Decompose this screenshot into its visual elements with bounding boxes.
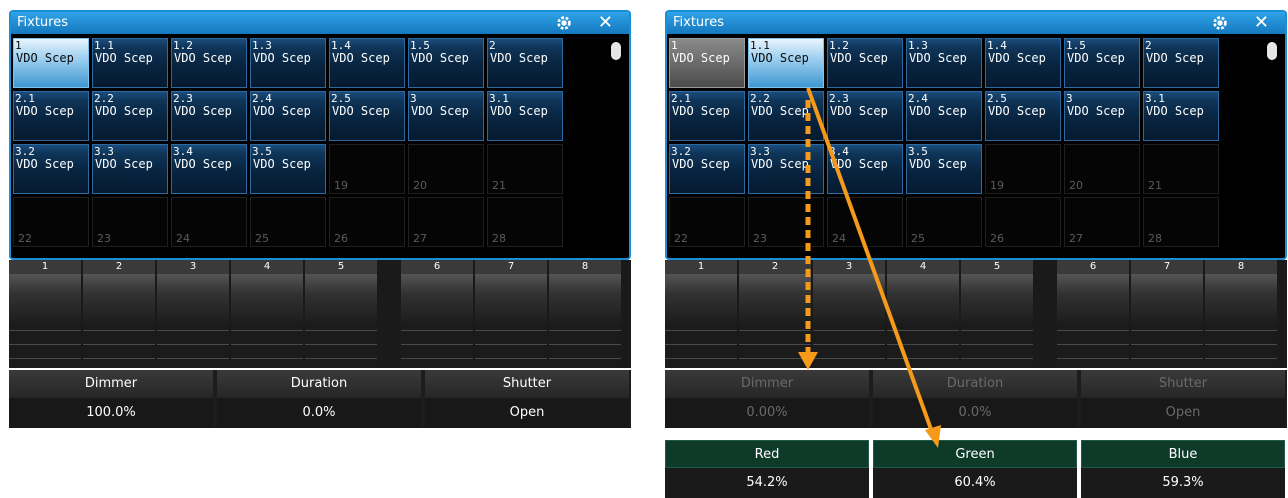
solid-arrow-line (806, 87, 934, 433)
solid-arrow-head (925, 425, 941, 448)
dotted-arrow-head (798, 352, 818, 370)
annotation-arrows (798, 87, 941, 448)
